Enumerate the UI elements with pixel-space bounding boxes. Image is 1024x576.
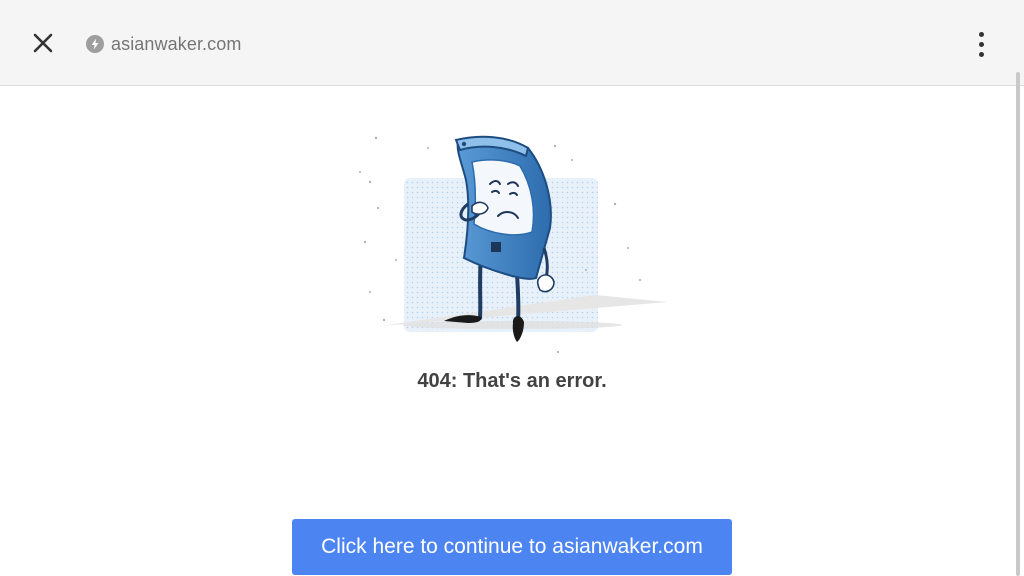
more-vert-icon <box>978 31 984 37</box>
error-message: 404: That's an error. <box>417 370 607 392</box>
more-vert-icon-dot <box>978 51 984 57</box>
continue-button[interactable]: Click here to continue to asianwaker.com <box>292 519 732 575</box>
scrollbar[interactable] <box>1016 72 1020 576</box>
sad-phone-illustration <box>340 120 690 363</box>
page: asianwaker.com 404: That's an error. Cli… <box>0 0 1024 576</box>
close-button[interactable] <box>26 26 60 60</box>
more-vert-icon-dot <box>978 41 984 47</box>
url-display: asianwaker.com <box>86 30 241 58</box>
amp-lightning-icon <box>86 35 104 53</box>
more-options-button[interactable] <box>964 24 998 64</box>
close-icon <box>33 33 53 53</box>
url-text: asianwaker.com <box>111 33 242 54</box>
top-bar: asianwaker.com <box>0 0 1024 86</box>
